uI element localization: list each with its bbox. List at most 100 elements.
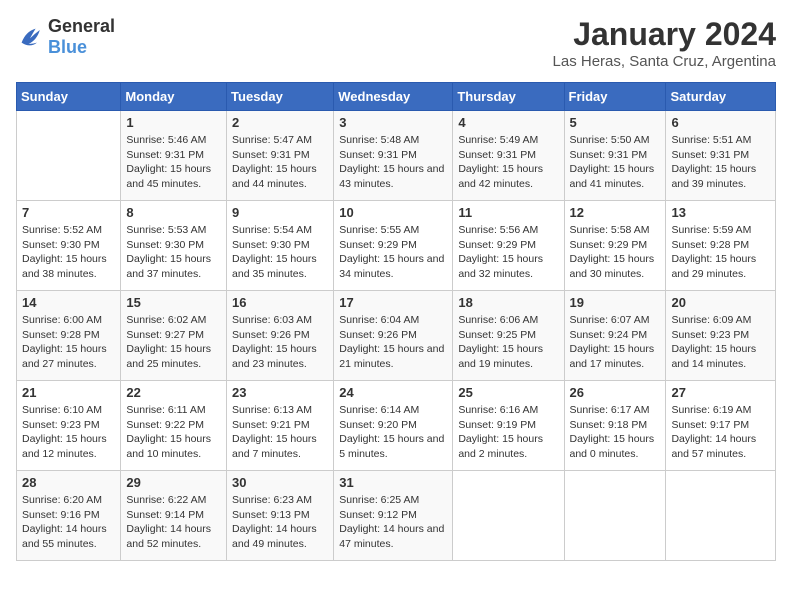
day-number: 11 xyxy=(458,205,558,220)
calendar-cell: 7 Sunrise: 5:52 AMSunset: 9:30 PMDaylight… xyxy=(17,201,121,291)
day-number: 21 xyxy=(22,385,115,400)
calendar-cell: 14 Sunrise: 6:00 AMSunset: 9:28 PMDayligh… xyxy=(17,291,121,381)
day-info: Sunrise: 5:59 AMSunset: 9:28 PMDaylight:… xyxy=(671,223,770,282)
day-number: 31 xyxy=(339,475,447,490)
day-info: Sunrise: 5:46 AMSunset: 9:31 PMDaylight:… xyxy=(126,133,221,192)
day-info: Sunrise: 5:52 AMSunset: 9:30 PMDaylight:… xyxy=(22,223,115,282)
day-info: Sunrise: 6:10 AMSunset: 9:23 PMDaylight:… xyxy=(22,403,115,462)
weekday-header-sunday: Sunday xyxy=(17,83,121,111)
calendar-cell xyxy=(17,111,121,201)
day-info: Sunrise: 6:16 AMSunset: 9:19 PMDaylight:… xyxy=(458,403,558,462)
day-info: Sunrise: 6:17 AMSunset: 9:18 PMDaylight:… xyxy=(570,403,661,462)
day-info: Sunrise: 6:02 AMSunset: 9:27 PMDaylight:… xyxy=(126,313,221,372)
calendar-body: 1Sunrise: 5:46 AMSunset: 9:31 PMDaylight… xyxy=(17,111,776,561)
day-info: Sunrise: 6:06 AMSunset: 9:25 PMDaylight:… xyxy=(458,313,558,372)
calendar-cell: 1Sunrise: 5:46 AMSunset: 9:31 PMDaylight… xyxy=(121,111,227,201)
day-info: Sunrise: 5:53 AMSunset: 9:30 PMDaylight:… xyxy=(126,223,221,282)
weekday-header-tuesday: Tuesday xyxy=(227,83,334,111)
day-number: 14 xyxy=(22,295,115,310)
calendar-cell: 20 Sunrise: 6:09 AMSunset: 9:23 PMDayligh… xyxy=(666,291,776,381)
calendar-week-row: 1Sunrise: 5:46 AMSunset: 9:31 PMDaylight… xyxy=(17,111,776,201)
calendar-week-row: 21 Sunrise: 6:10 AMSunset: 9:23 PMDayligh… xyxy=(17,381,776,471)
calendar-week-row: 14 Sunrise: 6:00 AMSunset: 9:28 PMDayligh… xyxy=(17,291,776,381)
day-info: Sunrise: 5:58 AMSunset: 9:29 PMDaylight:… xyxy=(570,223,661,282)
logo-icon xyxy=(16,23,44,51)
day-number: 16 xyxy=(232,295,328,310)
calendar-cell: 16 Sunrise: 6:03 AMSunset: 9:26 PMDayligh… xyxy=(227,291,334,381)
calendar-table: SundayMondayTuesdayWednesdayThursdayFrid… xyxy=(16,82,776,561)
calendar-week-row: 7 Sunrise: 5:52 AMSunset: 9:30 PMDaylight… xyxy=(17,201,776,291)
logo-general-text: General xyxy=(48,16,115,36)
calendar-cell xyxy=(666,471,776,561)
weekday-header-wednesday: Wednesday xyxy=(334,83,453,111)
calendar-cell: 10 Sunrise: 5:55 AMSunset: 9:29 PMDayligh… xyxy=(334,201,453,291)
calendar-cell: 23 Sunrise: 6:13 AMSunset: 9:21 PMDayligh… xyxy=(227,381,334,471)
day-info: Sunrise: 6:00 AMSunset: 9:28 PMDaylight:… xyxy=(22,313,115,372)
day-number: 10 xyxy=(339,205,447,220)
weekday-header-friday: Friday xyxy=(564,83,666,111)
day-number: 7 xyxy=(22,205,115,220)
day-info: Sunrise: 5:50 AMSunset: 9:31 PMDaylight:… xyxy=(570,133,661,192)
calendar-week-row: 28 Sunrise: 6:20 AMSunset: 9:16 PMDayligh… xyxy=(17,471,776,561)
day-number: 19 xyxy=(570,295,661,310)
day-number: 28 xyxy=(22,475,115,490)
day-number: 15 xyxy=(126,295,221,310)
weekday-header-monday: Monday xyxy=(121,83,227,111)
calendar-header-row: SundayMondayTuesdayWednesdayThursdayFrid… xyxy=(17,83,776,111)
day-number: 13 xyxy=(671,205,770,220)
day-info: Sunrise: 5:48 AMSunset: 9:31 PMDaylight:… xyxy=(339,133,447,192)
calendar-cell: 21 Sunrise: 6:10 AMSunset: 9:23 PMDayligh… xyxy=(17,381,121,471)
day-number: 20 xyxy=(671,295,770,310)
day-info: Sunrise: 6:22 AMSunset: 9:14 PMDaylight:… xyxy=(126,493,221,552)
logo-blue-text: Blue xyxy=(48,37,87,57)
calendar-cell: 19 Sunrise: 6:07 AMSunset: 9:24 PMDayligh… xyxy=(564,291,666,381)
calendar-cell: 13 Sunrise: 5:59 AMSunset: 9:28 PMDayligh… xyxy=(666,201,776,291)
calendar-cell: 25 Sunrise: 6:16 AMSunset: 9:19 PMDayligh… xyxy=(453,381,564,471)
month-year-title: January 2024 xyxy=(553,16,776,53)
day-number: 27 xyxy=(671,385,770,400)
day-number: 24 xyxy=(339,385,447,400)
day-number: 23 xyxy=(232,385,328,400)
day-number: 30 xyxy=(232,475,328,490)
calendar-cell: 9 Sunrise: 5:54 AMSunset: 9:30 PMDaylight… xyxy=(227,201,334,291)
calendar-cell xyxy=(453,471,564,561)
day-number: 9 xyxy=(232,205,328,220)
day-info: Sunrise: 6:14 AMSunset: 9:20 PMDaylight:… xyxy=(339,403,447,462)
day-info: Sunrise: 6:09 AMSunset: 9:23 PMDaylight:… xyxy=(671,313,770,372)
day-number: 26 xyxy=(570,385,661,400)
calendar-cell: 4 Sunrise: 5:49 AMSunset: 9:31 PMDaylight… xyxy=(453,111,564,201)
calendar-cell: 15 Sunrise: 6:02 AMSunset: 9:27 PMDayligh… xyxy=(121,291,227,381)
day-number: 17 xyxy=(339,295,447,310)
day-info: Sunrise: 5:47 AMSunset: 9:31 PMDaylight:… xyxy=(232,133,328,192)
day-info: Sunrise: 6:04 AMSunset: 9:26 PMDaylight:… xyxy=(339,313,447,372)
day-number: 29 xyxy=(126,475,221,490)
calendar-cell: 5Sunrise: 5:50 AMSunset: 9:31 PMDaylight… xyxy=(564,111,666,201)
calendar-cell: 22Sunrise: 6:11 AMSunset: 9:22 PMDayligh… xyxy=(121,381,227,471)
day-info: Sunrise: 6:07 AMSunset: 9:24 PMDaylight:… xyxy=(570,313,661,372)
calendar-cell: 24 Sunrise: 6:14 AMSunset: 9:20 PMDayligh… xyxy=(334,381,453,471)
day-info: Sunrise: 5:54 AMSunset: 9:30 PMDaylight:… xyxy=(232,223,328,282)
calendar-cell: 2 Sunrise: 5:47 AMSunset: 9:31 PMDaylight… xyxy=(227,111,334,201)
day-info: Sunrise: 6:13 AMSunset: 9:21 PMDaylight:… xyxy=(232,403,328,462)
day-number: 2 xyxy=(232,115,328,130)
day-info: Sunrise: 6:25 AMSunset: 9:12 PMDaylight:… xyxy=(339,493,447,552)
day-info: Sunrise: 5:49 AMSunset: 9:31 PMDaylight:… xyxy=(458,133,558,192)
day-info: Sunrise: 6:03 AMSunset: 9:26 PMDaylight:… xyxy=(232,313,328,372)
calendar-cell: 8 Sunrise: 5:53 AMSunset: 9:30 PMDaylight… xyxy=(121,201,227,291)
day-number: 3 xyxy=(339,115,447,130)
day-number: 12 xyxy=(570,205,661,220)
weekday-header-saturday: Saturday xyxy=(666,83,776,111)
day-info: Sunrise: 5:55 AMSunset: 9:29 PMDaylight:… xyxy=(339,223,447,282)
day-info: Sunrise: 6:20 AMSunset: 9:16 PMDaylight:… xyxy=(22,493,115,552)
day-info: Sunrise: 6:19 AMSunset: 9:17 PMDaylight:… xyxy=(671,403,770,462)
calendar-cell xyxy=(564,471,666,561)
calendar-cell: 17 Sunrise: 6:04 AMSunset: 9:26 PMDayligh… xyxy=(334,291,453,381)
calendar-cell: 30 Sunrise: 6:23 AMSunset: 9:13 PMDayligh… xyxy=(227,471,334,561)
day-number: 4 xyxy=(458,115,558,130)
day-number: 25 xyxy=(458,385,558,400)
calendar-cell: 6Sunrise: 5:51 AMSunset: 9:31 PMDaylight… xyxy=(666,111,776,201)
title-area: January 2024 Las Heras, Santa Cruz, Arge… xyxy=(553,16,776,70)
day-info: Sunrise: 5:56 AMSunset: 9:29 PMDaylight:… xyxy=(458,223,558,282)
day-number: 8 xyxy=(126,205,221,220)
day-info: Sunrise: 6:23 AMSunset: 9:13 PMDaylight:… xyxy=(232,493,328,552)
